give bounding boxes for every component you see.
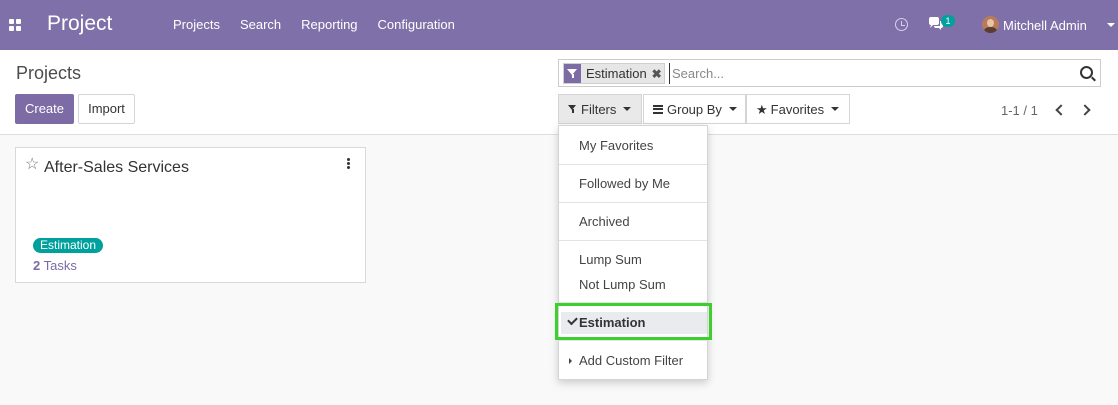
user-name[interactable]: Mitchell Admin: [1003, 18, 1087, 33]
filters-button[interactable]: Filters: [558, 94, 642, 124]
filter-my-favorites[interactable]: My Favorites: [559, 135, 707, 157]
remove-facet-icon[interactable]: ✖: [650, 67, 664, 81]
filters-label: Filters: [581, 101, 617, 117]
caret-right-icon: [569, 358, 572, 364]
breadcrumb: Projects: [16, 63, 82, 83]
divider: [559, 302, 707, 303]
main-menu: Projects Search Reporting Configuration: [163, 0, 465, 50]
filters-dropdown: My Favorites Followed by Me Archived Lum…: [558, 125, 708, 380]
divider: [559, 202, 707, 203]
divider: [559, 164, 707, 165]
menu-item-projects[interactable]: Projects: [163, 0, 230, 50]
project-title: After-Sales Services: [44, 159, 189, 176]
group-by-label: Group By: [667, 101, 722, 117]
search-input[interactable]: [669, 63, 1069, 84]
filter-followed-by-me[interactable]: Followed by Me: [559, 173, 707, 195]
menu-item-reporting[interactable]: Reporting: [291, 0, 367, 50]
filter-estimation-label: Estimation: [579, 315, 646, 330]
top-navbar: Project Projects Search Reporting Config…: [0, 0, 1118, 50]
search-facet: Estimation ✖: [563, 63, 665, 84]
import-button[interactable]: Import: [78, 94, 135, 124]
divider: [559, 340, 707, 341]
filter-facet-icon: [564, 64, 581, 83]
group-by-button[interactable]: Group By: [643, 94, 746, 124]
star-outline-icon[interactable]: ☆: [25, 157, 39, 173]
activity-clock-icon[interactable]: [895, 18, 908, 31]
search-facet-label: Estimation: [586, 66, 647, 81]
tag-badge: Estimation: [33, 238, 104, 253]
filter-estimation[interactable]: Estimation: [561, 312, 707, 334]
star-icon: ★: [756, 101, 768, 117]
control-panel: Projects Create Import Estimation ✖ Filt…: [0, 50, 1118, 135]
favorites-button[interactable]: ★ Favorites: [746, 94, 850, 124]
caret-down-icon: [623, 107, 632, 111]
task-count: 2: [33, 258, 41, 273]
filter-lump-sum[interactable]: Lump Sum: [559, 249, 707, 271]
caret-down-icon: [831, 107, 840, 111]
chat-count-badge: 1: [941, 15, 955, 27]
funnel-icon: [568, 104, 577, 114]
card-menu-icon[interactable]: [341, 157, 355, 171]
apps-menu-icon[interactable]: [9, 19, 21, 31]
menu-item-search[interactable]: Search: [230, 0, 291, 50]
pager-value[interactable]: 1-1 / 1: [1001, 103, 1038, 118]
add-custom-filter[interactable]: Add Custom Filter: [559, 350, 707, 372]
check-icon: [567, 314, 578, 326]
list-icon: [653, 104, 663, 114]
chevron-right-icon[interactable]: [1080, 103, 1092, 117]
filter-archived[interactable]: Archived: [559, 211, 707, 233]
search-icon[interactable]: [1080, 66, 1093, 79]
caret-down-icon: [728, 107, 737, 111]
divider: [559, 240, 707, 241]
app-title: Project: [47, 12, 113, 35]
tasks-link[interactable]: 2 Tasks: [33, 258, 77, 273]
add-custom-filter-label: Add Custom Filter: [579, 353, 684, 368]
create-button[interactable]: Create: [15, 94, 74, 124]
tasks-label: Tasks: [43, 258, 77, 273]
favorites-label: Favorites: [770, 101, 825, 117]
project-kanban-card[interactable]: ☆ After-Sales Services Estimation 2 Task…: [15, 147, 366, 283]
filter-not-lump-sum[interactable]: Not Lump Sum: [559, 274, 707, 296]
user-avatar[interactable]: [982, 16, 999, 33]
menu-item-configuration[interactable]: Configuration: [368, 0, 465, 50]
chevron-left-icon[interactable]: [1053, 103, 1065, 117]
search-bar: Estimation ✖: [558, 59, 1101, 87]
user-menu-caret-icon[interactable]: [1107, 23, 1115, 27]
